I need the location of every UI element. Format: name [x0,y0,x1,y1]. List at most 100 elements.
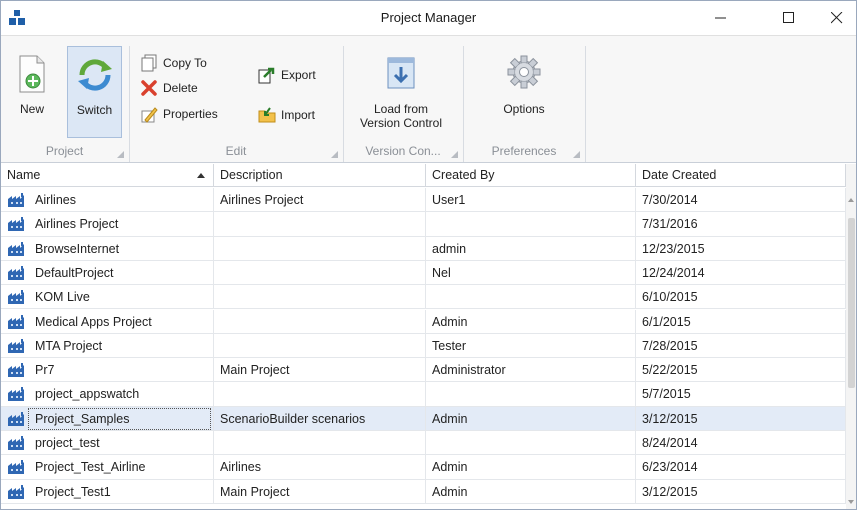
cell-description[interactable]: Main Project [214,479,426,504]
table-row[interactable]: Pr7 Main Project Administrator 5/22/2015 [1,358,846,383]
delete-button[interactable]: Delete [140,77,198,99]
table-row[interactable]: Airlines Airlines Project User1 7/30/2014 [1,188,846,213]
close-button[interactable] [814,1,856,35]
dialog-launcher-icon[interactable] [331,151,338,158]
cell-description[interactable]: Airlines [214,455,426,480]
table-row[interactable]: Project_Test1 Main Project Admin 3/12/2015 [1,479,846,504]
cell-name[interactable]: MTA Project [1,333,214,358]
table-row[interactable]: project_test 8/24/2014 [1,431,846,456]
ribbon: New Switch Project Copy To Delete Proper… [1,35,856,163]
cell-date-created[interactable]: 7/31/2016 [636,212,846,237]
vertical-scrollbar[interactable] [846,164,856,509]
cell-created-by[interactable] [426,285,636,310]
cell-description[interactable] [214,236,426,261]
cell-name[interactable]: Project_Test_Airline [1,455,214,480]
dialog-launcher-icon[interactable] [573,151,580,158]
cell-date-created[interactable]: 6/1/2015 [636,309,846,334]
cell-name[interactable]: Pr7 [1,358,214,383]
cell-created-by[interactable] [426,431,636,455]
load-from-version-control-button[interactable]: Load from Version Control [349,46,453,138]
cell-description[interactable] [214,260,426,285]
cell-created-by[interactable] [426,382,636,407]
column-header-created-by-label: Created By [432,168,495,182]
cell-name[interactable]: project_test [1,431,214,455]
properties-label: Properties [163,107,218,121]
cell-created-by[interactable]: User1 [426,188,636,212]
cell-created-by[interactable]: Nel [426,260,636,285]
dialog-launcher-icon[interactable] [117,151,124,158]
switch-button[interactable]: Switch [67,46,122,138]
cell-date-created[interactable]: 6/23/2014 [636,455,846,480]
cell-created-by[interactable]: Administrator [426,358,636,383]
column-header-created-by[interactable]: Created By [426,164,636,187]
cell-description[interactable] [214,382,426,407]
table-row[interactable]: MTA Project Tester 7/28/2015 [1,333,846,359]
cell-date-created[interactable]: 8/24/2014 [636,431,846,455]
gear-icon [507,55,541,89]
cell-name[interactable]: Medical Apps Project [1,309,214,334]
scroll-down-arrow-icon[interactable] [848,500,854,504]
scroll-up-arrow-icon[interactable] [848,198,854,202]
cell-name[interactable]: BrowseInternet [1,236,214,261]
cell-created-by[interactable]: Admin [426,479,636,504]
table-row[interactable]: Airlines Project 7/31/2016 [1,212,846,237]
column-header-name[interactable]: Name [1,164,214,187]
cell-created-by[interactable]: Admin [426,406,636,431]
cell-name[interactable]: KOM Live [1,285,214,310]
scrollbar-thumb[interactable] [848,218,855,388]
cell-name[interactable]: DefaultProject [1,260,214,285]
cell-date-created[interactable]: 12/24/2014 [636,260,846,285]
table-row[interactable]: Project_Test_Airline Airlines Admin 6/23/20… [1,455,846,480]
table-row[interactable]: KOM Live 6/10/2015 [1,285,846,310]
cell-date-created[interactable]: 5/7/2015 [636,382,846,407]
cell-created-by[interactable]: admin [426,236,636,261]
cell-description[interactable] [214,212,426,237]
properties-button[interactable]: Properties [140,103,218,125]
table-row[interactable]: Medical Apps Project Admin 6/1/2015 [1,309,846,334]
cell-created-by[interactable] [426,212,636,237]
cell-name[interactable]: Airlines Project [1,212,214,237]
dialog-launcher-icon[interactable] [451,151,458,158]
focus-rectangle [28,407,211,430]
export-button[interactable]: Export [258,64,316,86]
cell-description[interactable] [214,285,426,310]
ribbon-group-version-control: Load from Version Control Version Con... [344,42,462,162]
cell-date-created[interactable]: 7/30/2014 [636,188,846,212]
cell-created-by[interactable]: Admin [426,455,636,480]
cell-description[interactable]: ScenarioBuilder scenarios [214,406,426,431]
column-header-name-label: Name [7,168,41,182]
cell-description[interactable]: Airlines Project [214,188,426,212]
cell-name[interactable]: Project_Test1 [1,479,214,504]
cell-description[interactable] [214,431,426,455]
cell-date-created[interactable]: 7/28/2015 [636,333,846,358]
table-row[interactable]: DefaultProject Nel 12/24/2014 [1,260,846,286]
column-header-date-created[interactable]: Date Created [636,164,846,187]
cell-date-created[interactable]: 5/22/2015 [636,358,846,383]
cell-description[interactable]: Main Project [214,358,426,383]
cell-description[interactable] [214,309,426,334]
cell-date-created[interactable]: 3/12/2015 [636,406,846,431]
group-label-preferences: Preferences [491,144,557,158]
sort-ascending-icon [197,173,205,178]
cell-date-created[interactable]: 3/12/2015 [636,479,846,504]
cell-created-by[interactable]: Tester [426,333,636,358]
column-header-description[interactable]: Description [214,164,426,187]
table-row[interactable]: project_appswatch 5/7/2015 [1,382,846,407]
table-row[interactable]: BrowseInternet admin 12/23/2015 [1,236,846,261]
minimize-button[interactable] [698,1,744,35]
download-arrow-icon [387,57,415,89]
import-button[interactable]: Import [258,104,315,126]
title-bar[interactable]: Project Manager [1,1,856,35]
table-row[interactable]: Project_Samples ScenarioBuilder scenarios… [1,406,846,431]
new-button[interactable]: New [9,46,55,138]
options-button[interactable]: Options [486,46,562,138]
cell-name[interactable]: Airlines [1,188,214,212]
cell-date-created[interactable]: 12/23/2015 [636,236,846,261]
cell-name[interactable]: project_appswatch [1,382,214,407]
maximize-button[interactable] [766,1,812,35]
cell-description[interactable] [214,333,426,358]
switch-arrows-icon [77,59,112,91]
cell-created-by[interactable]: Admin [426,309,636,334]
cell-date-created[interactable]: 6/10/2015 [636,285,846,310]
copy-to-button[interactable]: Copy To [140,52,207,74]
